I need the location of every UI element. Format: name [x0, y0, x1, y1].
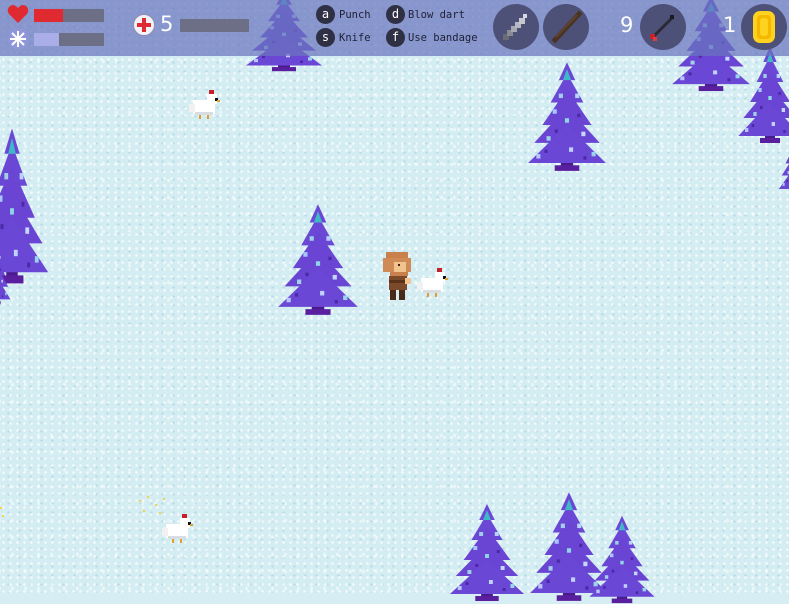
pine-tree [0, 236, 11, 305]
pine-tree [528, 62, 606, 171]
coin-count: 1 [723, 13, 737, 37]
snow-field [0, 0, 789, 604]
coin-slot [741, 4, 787, 50]
punch-label: Punch [339, 9, 371, 21]
key-a[interactable]: a [316, 5, 335, 24]
knife-slot[interactable] [493, 4, 539, 50]
cold-bar-fill [34, 33, 59, 46]
knife-icon [503, 14, 527, 40]
hud-bar: 5 a Punch s Knife d Blow dart f Use band… [0, 0, 789, 56]
use-bandage-label: Use bandage [408, 32, 478, 44]
snowflake-icon [7, 28, 29, 50]
dart-slot[interactable] [640, 4, 686, 50]
coin-icon [753, 11, 775, 43]
health-bar [34, 9, 104, 22]
sparkle [139, 496, 165, 514]
blowgun-slot[interactable] [543, 4, 589, 50]
pine-tree [449, 504, 525, 601]
knife-label: Knife [339, 32, 371, 44]
blow-dart-label: Blow dart [408, 9, 465, 21]
pine-tree [589, 515, 655, 604]
dart-count: 9 [620, 13, 634, 37]
blowgun-icon [551, 10, 583, 44]
heart-icon [7, 5, 29, 23]
sparkle [0, 507, 4, 517]
chicken[interactable] [413, 266, 449, 298]
key-s[interactable]: s [316, 28, 335, 47]
key-f[interactable]: f [386, 28, 405, 47]
cold-bar [34, 33, 104, 46]
health-bar-fill [34, 9, 64, 22]
bandage-progress-bar [180, 19, 249, 32]
chicken[interactable] [185, 88, 221, 120]
pine-tree [778, 121, 789, 195]
key-d[interactable]: d [386, 5, 405, 24]
bandage-count: 5 [160, 12, 174, 36]
player-character [383, 252, 411, 300]
dart-icon [650, 15, 674, 41]
pine-tree [278, 204, 358, 315]
bandage-icon[interactable] [133, 14, 155, 36]
